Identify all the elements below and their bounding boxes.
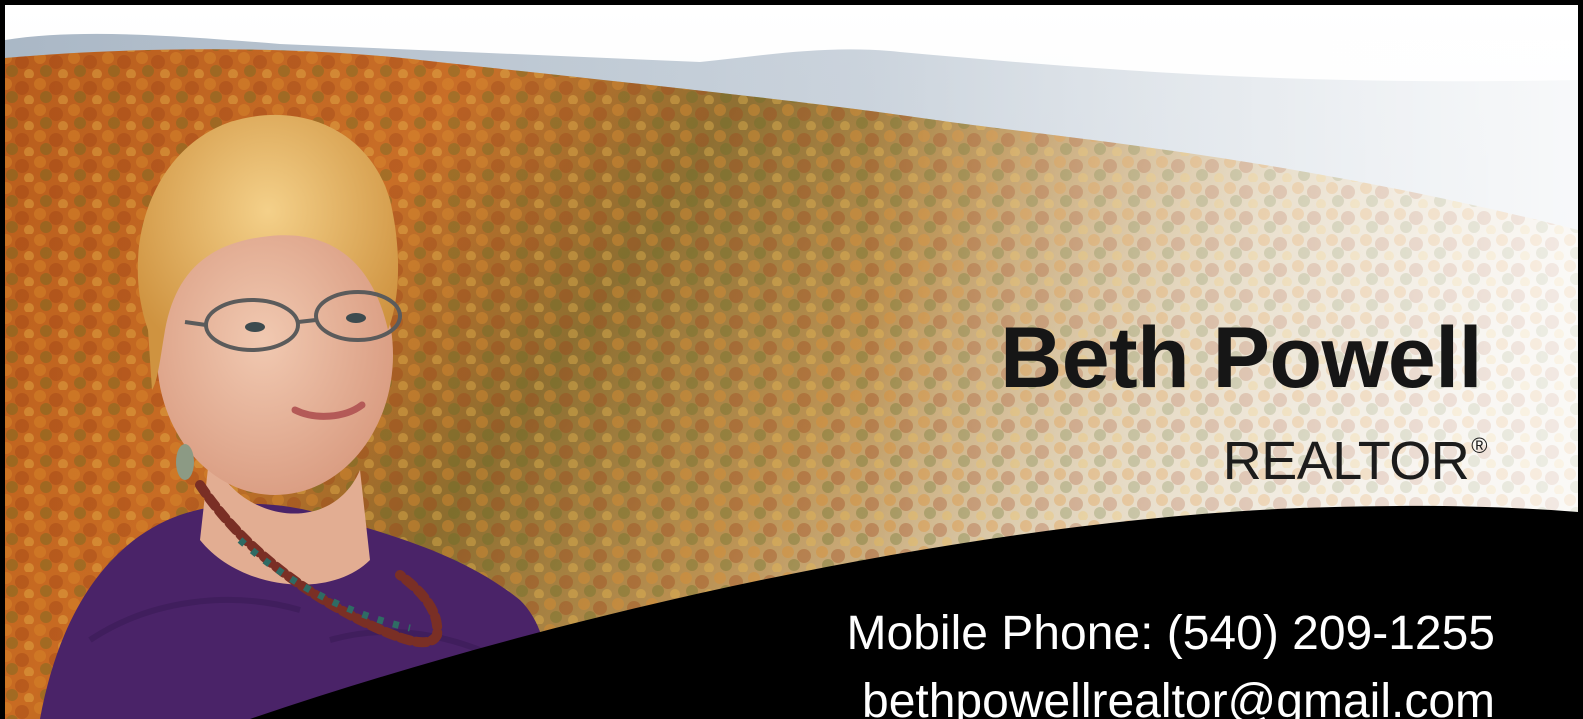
mobile-phone: Mobile Phone: (540) 209-1255 bbox=[846, 607, 1495, 660]
agent-name: Beth Powell bbox=[1000, 310, 1482, 406]
registered-mark: ® bbox=[1471, 433, 1487, 458]
agent-title: REALTOR® bbox=[1222, 431, 1488, 491]
agent-title-text: REALTOR bbox=[1222, 431, 1470, 491]
email-address: bethpowellrealtor@gmail.com bbox=[862, 675, 1495, 719]
business-card-banner: Beth Powell REALTOR® Mobile Phone: (540)… bbox=[0, 0, 1583, 719]
